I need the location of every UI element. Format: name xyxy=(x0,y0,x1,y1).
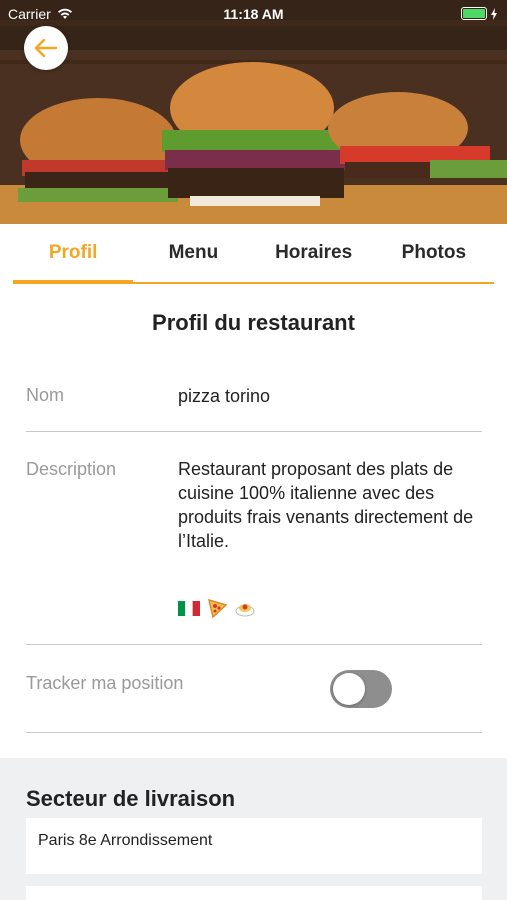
delivery-title: Secteur de livraison xyxy=(26,786,236,811)
delivery-section: Secteur de livraison Paris 8e Arrondisse… xyxy=(0,758,507,900)
toggle-knob xyxy=(333,673,365,705)
divider xyxy=(26,644,482,645)
description-field[interactable]: Restaurant proposant des plats de cuisin… xyxy=(178,457,488,553)
tab-menu[interactable]: Menu xyxy=(133,224,253,282)
italy-flag-icon xyxy=(178,600,200,616)
divider xyxy=(26,732,482,733)
page-title: Profil du restaurant xyxy=(152,310,355,335)
tab-bar: Profil Menu Horaires Photos xyxy=(13,224,494,284)
tab-photos[interactable]: Photos xyxy=(374,224,494,282)
emoji-tags xyxy=(178,597,256,619)
charging-bolt-icon xyxy=(491,7,497,20)
arrow-left-icon xyxy=(34,38,58,58)
tab-profil[interactable]: Profil xyxy=(13,224,134,284)
tracker-toggle[interactable] xyxy=(330,670,392,708)
delivery-zone-field[interactable]: Paris 8e Arrondissement xyxy=(26,818,482,874)
status-time: 11:18 AM xyxy=(223,6,284,22)
battery-indicator xyxy=(461,7,497,20)
tracker-label: Tracker ma position xyxy=(26,673,184,693)
divider xyxy=(26,431,482,432)
tab-horaires[interactable]: Horaires xyxy=(254,224,374,282)
status-bar: Carrier 11:18 AM xyxy=(0,0,507,28)
battery-icon xyxy=(461,7,487,20)
name-field[interactable]: pizza torino xyxy=(178,384,270,408)
name-label: Nom xyxy=(26,385,65,405)
delivery-zone-field[interactable] xyxy=(26,886,482,900)
hero-banner: Carrier 11:18 AM xyxy=(0,0,507,224)
description-label: Description xyxy=(26,459,117,479)
back-button[interactable] xyxy=(24,26,68,70)
pizza-icon xyxy=(207,598,228,619)
burgers-photo xyxy=(0,0,507,224)
spaghetti-icon xyxy=(235,604,255,617)
